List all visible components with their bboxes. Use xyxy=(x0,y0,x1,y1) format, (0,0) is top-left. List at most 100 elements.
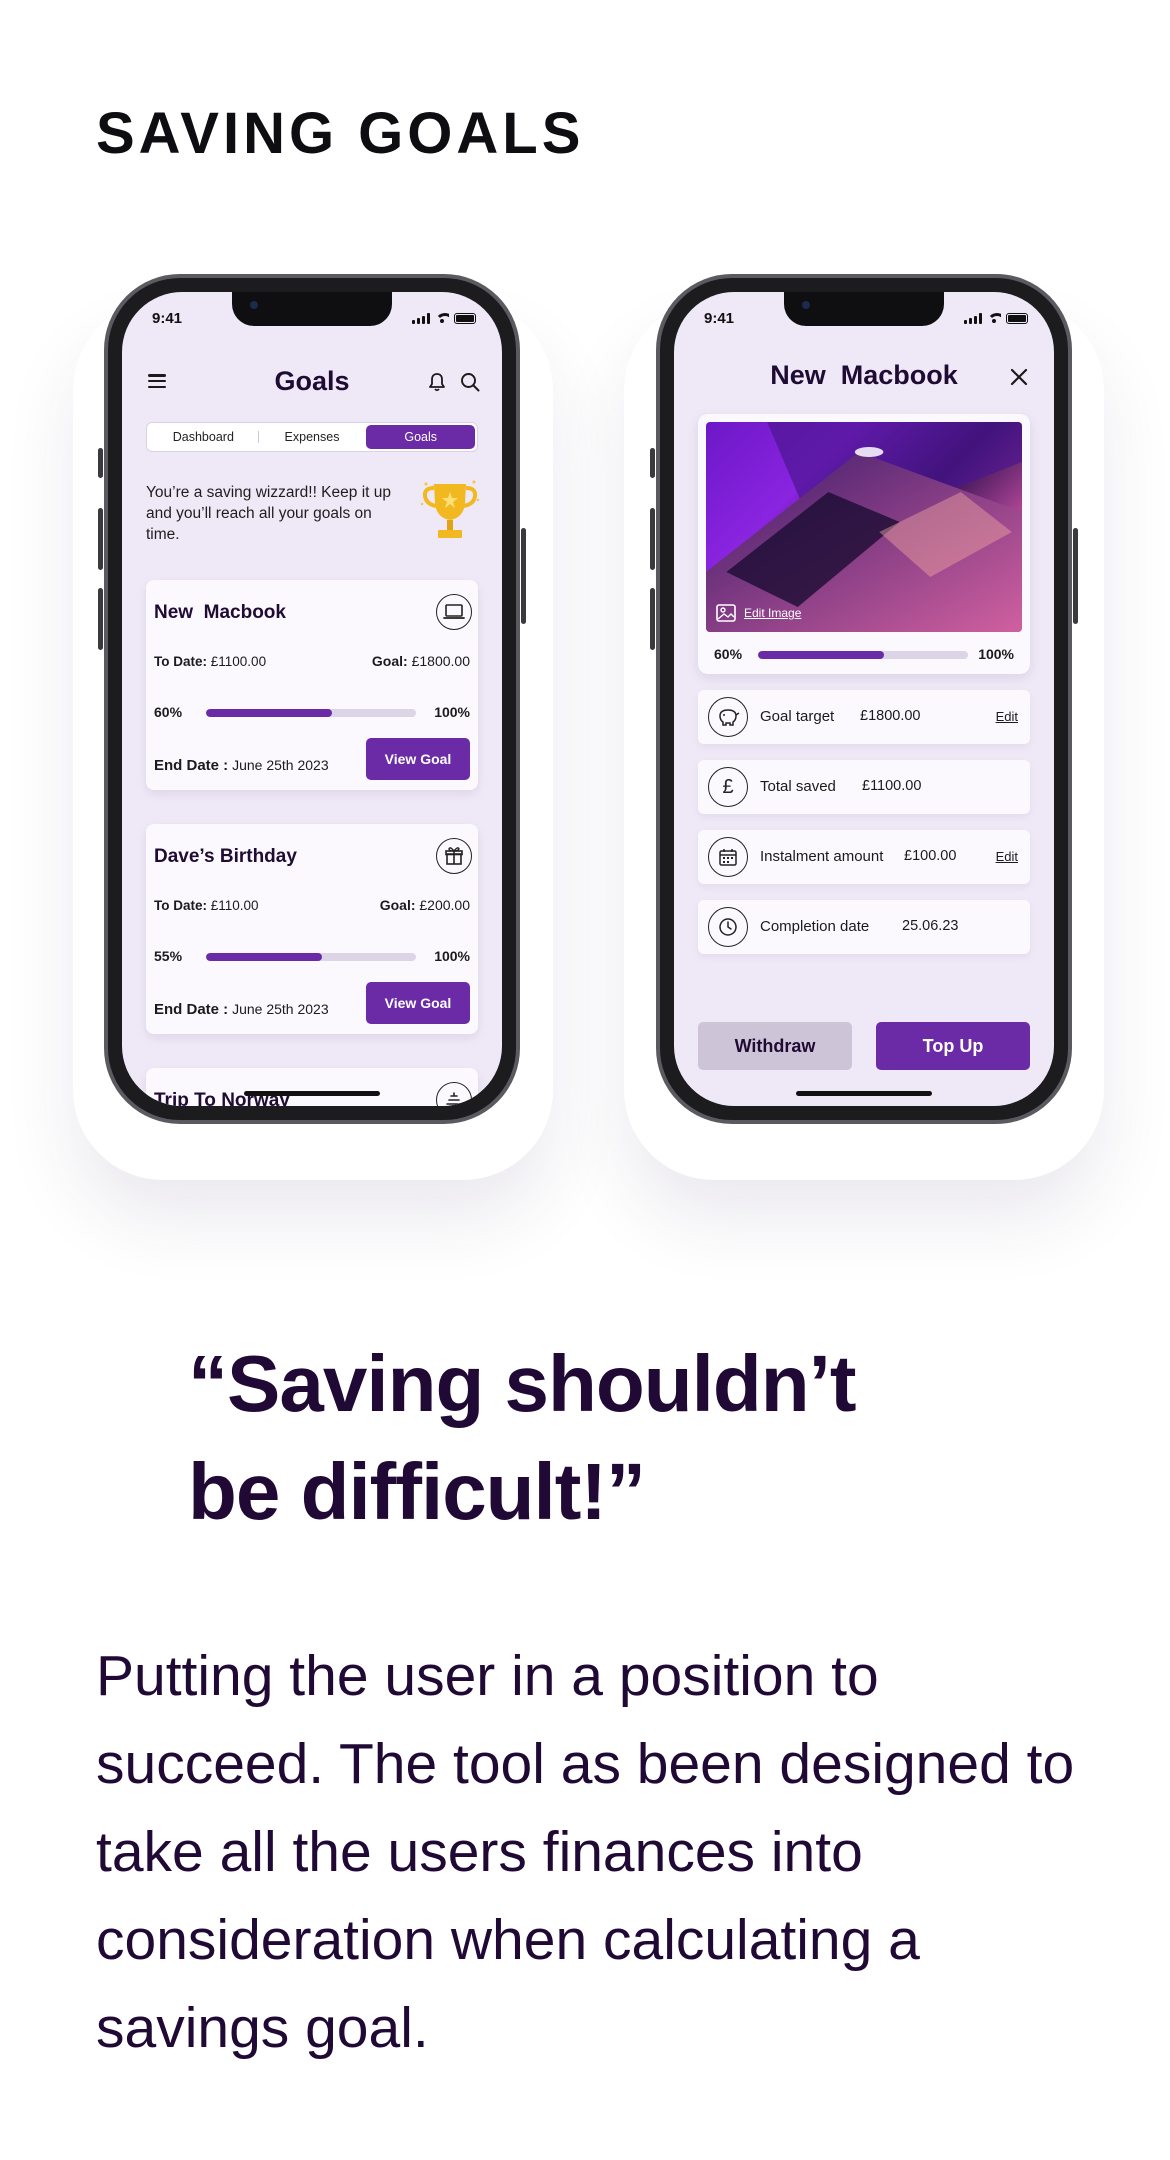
total-saved-row: £ Total saved £1100.00 xyxy=(698,760,1030,814)
side-button xyxy=(650,508,655,570)
battery-icon xyxy=(1006,313,1028,324)
edit-image-link[interactable]: Edit Image xyxy=(716,604,801,622)
goal-target: Goal: £200.00 xyxy=(380,897,470,913)
goal-name: Dave’s Birthday xyxy=(154,846,297,867)
pound-icon: £ xyxy=(708,767,748,807)
top-up-button[interactable]: Top Up xyxy=(876,1022,1030,1070)
status-bar: 9:41 xyxy=(122,304,502,334)
progress-fill xyxy=(206,953,322,961)
goal-to-date: To Date: £1100.00 xyxy=(154,654,266,669)
side-button xyxy=(98,588,103,650)
view-goal-button[interactable]: View Goal xyxy=(366,738,470,780)
status-icons xyxy=(964,313,1028,324)
wifi-icon xyxy=(435,313,449,324)
progress-max: 100% xyxy=(434,704,470,720)
home-indicator xyxy=(244,1091,380,1096)
to-date-value: £1100.00 xyxy=(210,654,267,669)
withdraw-button[interactable]: Withdraw xyxy=(698,1022,852,1070)
end-date-label: End Date : xyxy=(154,757,229,774)
phone-goals-list: 9:41 Goals Dashboard Expenses Goals You’… xyxy=(98,274,526,1124)
goal-end-date: End Date : June 25th 2023 xyxy=(154,757,329,774)
side-button xyxy=(1073,528,1078,624)
row-label: Completion date xyxy=(760,918,870,935)
side-button xyxy=(98,508,103,570)
progress-fill xyxy=(206,709,332,717)
phone-screen: 9:41 New Macbook Edit Image 60% 100% Goa… xyxy=(674,292,1054,1106)
progress-bar xyxy=(206,709,416,717)
tab-bar: Dashboard Expenses Goals xyxy=(146,422,478,452)
to-date-label: To Date: xyxy=(154,654,207,669)
end-date-value: June 25th 2023 xyxy=(232,1001,329,1017)
goal-card[interactable]: New Macbook To Date: £1100.00 Goal: £180… xyxy=(146,580,478,790)
close-icon[interactable] xyxy=(1008,366,1030,388)
goal-end-date: End Date : June 25th 2023 xyxy=(154,1001,329,1018)
row-value: 25.06.23 xyxy=(902,918,959,934)
side-button xyxy=(98,448,103,478)
view-goal-button[interactable]: View Goal xyxy=(366,982,470,1024)
progress-max: 100% xyxy=(978,646,1014,662)
goal-name: New Macbook xyxy=(154,602,286,623)
trophy-icon xyxy=(420,480,480,538)
tab-expenses[interactable]: Expenses xyxy=(257,425,367,449)
status-bar: 9:41 xyxy=(674,304,1054,334)
description-paragraph: Putting the user in a position to succee… xyxy=(96,1644,1075,2060)
end-date-value: June 25th 2023 xyxy=(232,757,329,773)
tab-dashboard[interactable]: Dashboard xyxy=(149,425,258,449)
plane-icon xyxy=(436,1082,472,1106)
piggy-bank-icon xyxy=(708,697,748,737)
side-button xyxy=(650,588,655,650)
page-title: SAVING GOALS xyxy=(96,101,585,166)
goal-card[interactable]: Dave’s Birthday To Date: £110.00 Goal: £… xyxy=(146,824,478,1034)
screen-title: New Macbook xyxy=(770,360,958,390)
goal-image: Edit Image xyxy=(706,422,1022,632)
instalment-row: Instalment amount £100.00 Edit xyxy=(698,830,1030,884)
encouragement-text: You’re a saving wizzard!! Keep it up and… xyxy=(146,484,391,543)
home-indicator xyxy=(796,1091,932,1096)
to-date-label: To Date: xyxy=(154,898,207,913)
goal-value: £1800.00 xyxy=(411,653,470,669)
laptop-icon xyxy=(436,594,472,630)
app-header: Goals xyxy=(122,362,502,402)
bell-icon[interactable] xyxy=(428,372,446,392)
signal-icon xyxy=(412,313,430,324)
tab-goals[interactable]: Goals xyxy=(366,425,476,449)
row-value: £1800.00 xyxy=(860,708,921,724)
wifi-icon xyxy=(987,313,1001,324)
phone-goal-detail: 9:41 New Macbook Edit Image 60% 100% Goa… xyxy=(650,274,1078,1124)
progress-percent: 55% xyxy=(154,948,183,964)
goal-value: £200.00 xyxy=(419,897,470,913)
status-icons xyxy=(412,313,476,324)
gift-icon xyxy=(436,838,472,874)
edit-goal-target-link[interactable]: Edit xyxy=(996,709,1018,724)
clock-icon xyxy=(708,907,748,947)
to-date-value: £110.00 xyxy=(210,898,259,913)
row-label: Total saved xyxy=(760,778,836,795)
laptop-illustration xyxy=(706,422,1022,632)
goal-card[interactable]: Trip To Norway xyxy=(146,1068,478,1106)
progress-max: 100% xyxy=(434,948,470,964)
progress-bar xyxy=(206,953,416,961)
phone-screen: 9:41 Goals Dashboard Expenses Goals You’… xyxy=(122,292,502,1106)
status-time: 9:41 xyxy=(704,310,735,327)
edit-instalment-link[interactable]: Edit xyxy=(996,849,1018,864)
completion-date-row: Completion date 25.06.23 xyxy=(698,900,1030,954)
goal-target: Goal: £1800.00 xyxy=(372,653,470,669)
image-icon xyxy=(716,604,736,622)
row-label: Instalment amount xyxy=(760,848,884,865)
end-date-label: End Date : xyxy=(154,1001,229,1018)
goal-image-card: Edit Image 60% 100% xyxy=(698,414,1030,674)
edit-image-label: Edit Image xyxy=(744,606,802,620)
goal-target-row: Goal target £1800.00 Edit xyxy=(698,690,1030,744)
goal-label: Goal: xyxy=(379,897,416,913)
calendar-icon xyxy=(708,837,748,877)
battery-icon xyxy=(454,313,476,324)
row-value: £100.00 xyxy=(904,848,957,864)
progress-fill xyxy=(758,651,884,659)
progress-percent: 60% xyxy=(154,704,183,720)
goal-label: Goal: xyxy=(371,653,408,669)
side-button xyxy=(650,448,655,478)
row-label: Goal target xyxy=(760,708,835,725)
search-icon[interactable] xyxy=(460,372,480,392)
row-value: £1100.00 xyxy=(862,778,922,794)
pull-quote: “Saving shouldn’t be difficult!” xyxy=(188,1339,856,1536)
